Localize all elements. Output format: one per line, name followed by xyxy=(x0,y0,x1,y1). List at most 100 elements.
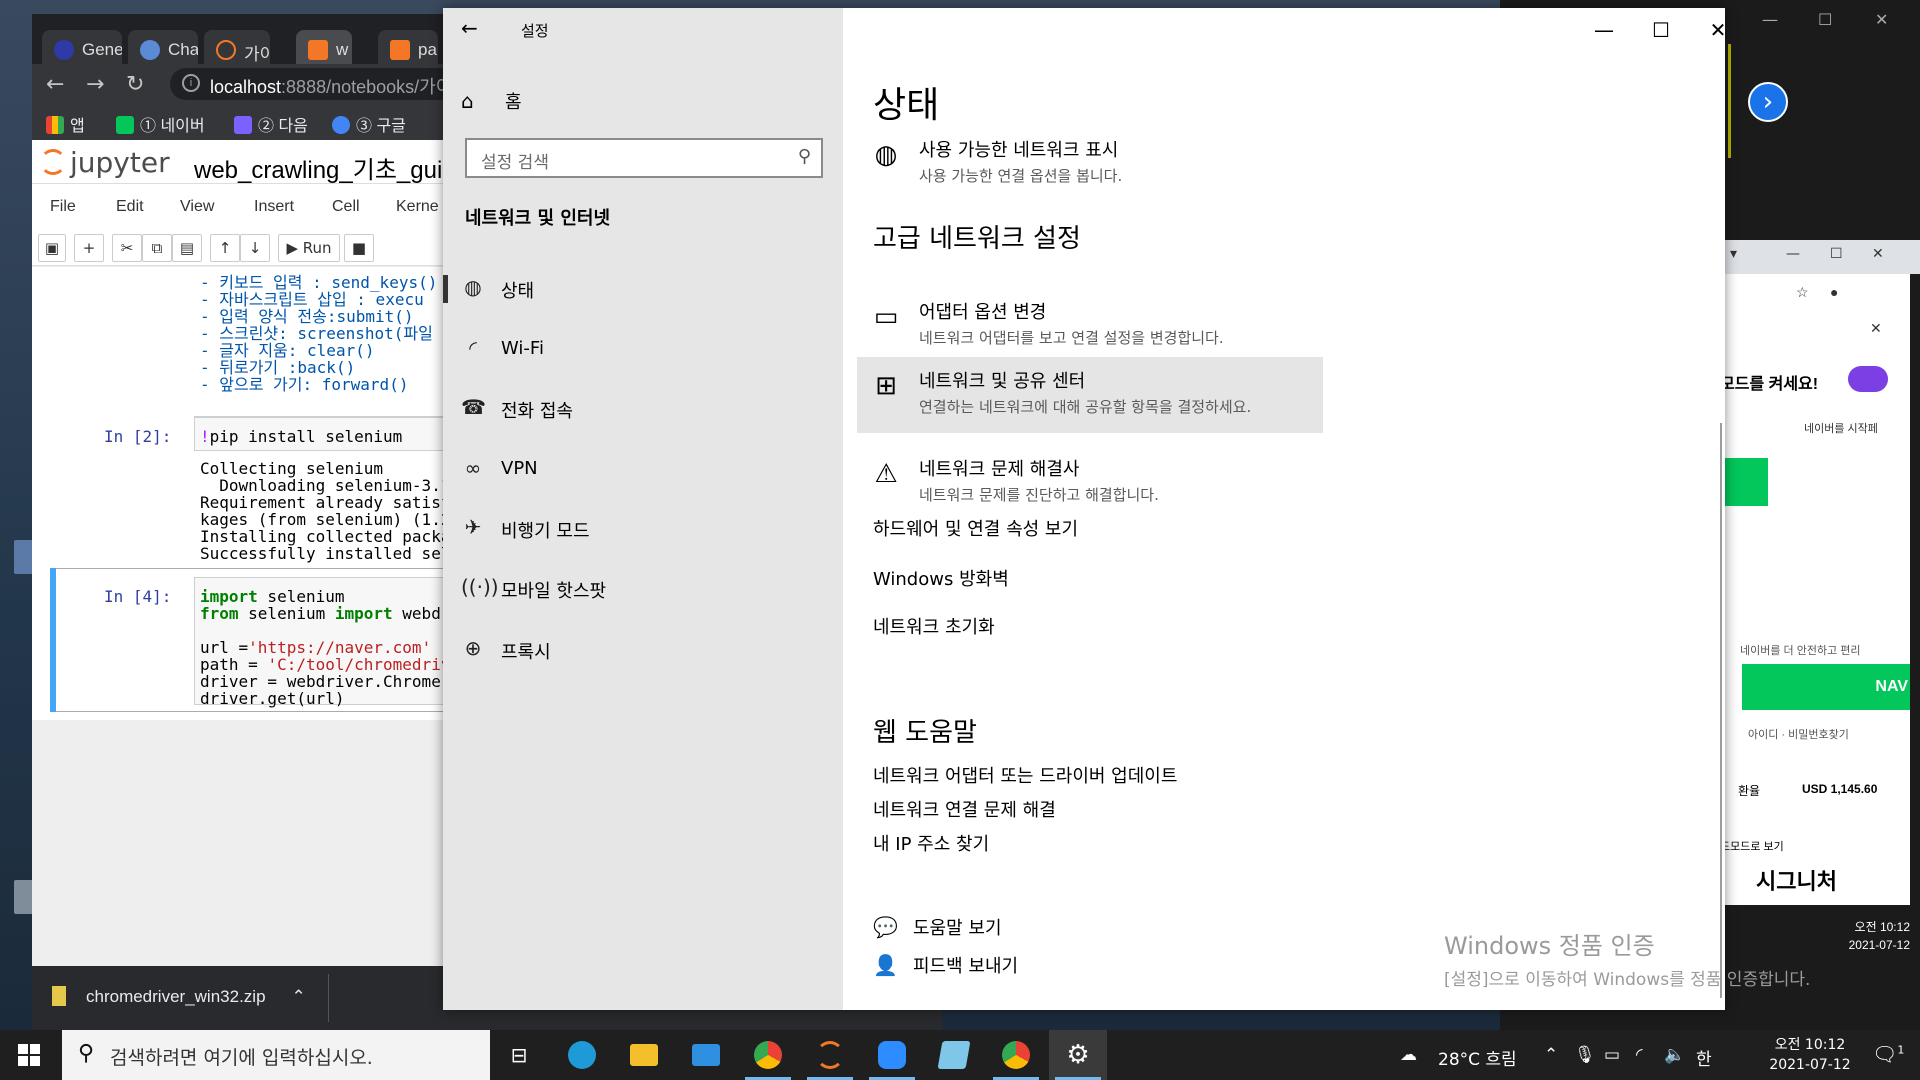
copy-icon[interactable]: ⧉ xyxy=(142,234,172,262)
minimize-icon[interactable]: — xyxy=(1762,10,1778,29)
settings-search-input[interactable]: 설정 검색 ⚲ xyxy=(465,138,823,178)
minimize-icon[interactable]: — xyxy=(1581,18,1627,42)
banner-toggle[interactable] xyxy=(1848,366,1888,392)
troubleshooter-row[interactable]: ⚠ 네트워크 문제 해결사 네트워크 문제를 진단하고 해결합니다. xyxy=(857,445,1323,521)
run-button[interactable]: ▶ Run xyxy=(278,234,340,262)
nav-item-hotspot[interactable]: ((·)) 모바일 핫스팟 xyxy=(443,561,843,617)
network-reset-link[interactable]: 네트워크 초기화 xyxy=(873,613,995,639)
show-networks-row[interactable]: ◍ 사용 가능한 네트워크 표시 사용 가능한 연결 옵션을 봅니다. xyxy=(857,126,1323,202)
windows-start-icon[interactable] xyxy=(18,1044,40,1066)
maximize-icon[interactable]: ☐ xyxy=(1830,246,1843,262)
close-icon[interactable]: ✕ xyxy=(1872,246,1884,262)
bookmark-daum[interactable]: ② 다음 xyxy=(234,112,308,136)
tab-par[interactable]: par xyxy=(378,30,438,64)
profile-icon[interactable]: ● xyxy=(1830,284,1838,300)
menu-file[interactable]: File xyxy=(50,198,76,216)
adapter-options-row[interactable]: ▭ 어댑터 옵션 변경 네트워크 어댑터를 보고 연결 설정을 변경합니다. xyxy=(857,288,1323,364)
menu-kernel[interactable]: Kerne xyxy=(396,198,439,216)
close-icon[interactable]: ✕ xyxy=(1875,10,1888,29)
nav-item-wifi[interactable]: ◜ Wi-Fi xyxy=(443,322,843,378)
mail-icon[interactable] xyxy=(677,1030,735,1080)
bookmark-apps[interactable]: 앱 xyxy=(46,112,85,136)
chevron-down-icon[interactable]: ▾ xyxy=(1730,246,1737,262)
chevron-up-icon[interactable]: ⌃ xyxy=(292,987,306,1006)
naver-id-links[interactable]: 아이디 · 비밀번호찾기 xyxy=(1748,726,1849,742)
forward-arrow-icon[interactable]: › xyxy=(1748,82,1788,122)
task-view-icon[interactable]: ⊟ xyxy=(490,1030,548,1080)
desktop-shortcut-icon[interactable] xyxy=(14,540,34,574)
help-link-adapter[interactable]: 네트워크 어댑터 또는 드라이버 업데이트 xyxy=(873,762,1177,788)
chrome-icon[interactable] xyxy=(739,1030,797,1080)
nav-item-dialup[interactable]: ☎ 전화 접속 xyxy=(443,381,843,437)
naver-search-button[interactable] xyxy=(1720,458,1768,506)
help-link-ip[interactable]: 내 IP 주소 찾기 xyxy=(873,830,989,856)
maximize-icon[interactable]: ☐ xyxy=(1818,10,1832,29)
taskbar-clock[interactable]: 오전 10:12 2021-07-12 xyxy=(1768,1035,1852,1075)
minimize-icon[interactable]: — xyxy=(1786,246,1800,262)
settings-gear-icon[interactable]: ⚙ xyxy=(1049,1030,1107,1080)
site-info-icon[interactable]: i xyxy=(182,74,200,92)
zoom-icon[interactable] xyxy=(863,1030,921,1080)
notebook-title[interactable]: web_crawling_기초_gui xyxy=(194,150,442,185)
nav-item-vpn[interactable]: ∞ VPN xyxy=(443,442,843,498)
feedback-link[interactable]: 👤 피드백 보내기 xyxy=(873,952,1018,978)
recycle-bin-icon[interactable] xyxy=(14,880,34,914)
network-icon[interactable]: ◜ xyxy=(1636,1045,1643,1065)
tab-gene[interactable]: Gene xyxy=(42,30,122,64)
chevron-up-icon[interactable]: ⌃ xyxy=(1544,1045,1558,1065)
menu-insert[interactable]: Insert xyxy=(254,198,294,216)
naver-login-button[interactable]: NAV xyxy=(1742,664,1910,710)
reload-icon[interactable]: ↻ xyxy=(126,72,144,97)
back-arrow-icon[interactable]: ← xyxy=(461,16,478,40)
weather-text[interactable]: 28°C 흐림 xyxy=(1438,1045,1517,1070)
get-help-link[interactable]: 💬 도움말 보기 xyxy=(873,914,1002,940)
microphone-icon[interactable]: 🎙 xyxy=(1574,1045,1596,1065)
network-sharing-center-row[interactable]: ⊞ 네트워크 및 공유 센터 연결하는 네트워크에 대해 공유할 항목을 결정하… xyxy=(857,357,1323,433)
battery-icon[interactable]: ▭ xyxy=(1604,1045,1620,1065)
tab-guide[interactable]: 가이 xyxy=(204,30,270,64)
back-arrow-icon[interactable]: ← xyxy=(46,72,64,97)
download-item[interactable]: chromedriver_win32.zip ⌃ xyxy=(52,986,306,1007)
add-cell-icon[interactable]: + xyxy=(74,234,104,262)
ime-indicator[interactable]: 한 xyxy=(1696,1045,1712,1070)
favicon-icon xyxy=(54,40,74,60)
taskbar-search-input[interactable]: ⚲ 검색하려면 여기에 입력하십시오. xyxy=(62,1030,490,1080)
menu-view[interactable]: View xyxy=(180,198,214,216)
chrome-icon-2[interactable] xyxy=(987,1030,1045,1080)
move-down-icon[interactable]: ↓ xyxy=(240,234,270,262)
nav-item-proxy[interactable]: ⊕ 프록시 xyxy=(443,622,843,678)
edge-icon[interactable] xyxy=(553,1030,611,1080)
windows-firewall-link[interactable]: Windows 방화벽 xyxy=(873,565,1009,591)
bookmark-google[interactable]: ③ 구글 xyxy=(332,112,406,136)
nav-home[interactable]: ⌂ 홈 xyxy=(461,88,522,114)
tab-chap[interactable]: Chap xyxy=(128,30,198,64)
close-icon[interactable]: ✕ xyxy=(1695,18,1725,42)
menu-edit[interactable]: Edit xyxy=(116,198,144,216)
nav-item-airplane[interactable]: ✈ 비행기 모드 xyxy=(443,501,843,557)
notepad-icon[interactable] xyxy=(925,1030,983,1080)
star-icon[interactable]: ☆ xyxy=(1796,284,1809,301)
maximize-icon[interactable]: ☐ xyxy=(1638,18,1684,42)
forward-arrow-icon[interactable]: → xyxy=(86,72,104,97)
help-link-connection[interactable]: 네트워크 연결 문제 해결 xyxy=(873,796,1056,822)
nav-item-status[interactable]: ◍ 상태 xyxy=(443,261,843,317)
bookmark-naver[interactable]: ① 네이버 xyxy=(116,112,205,136)
file-explorer-icon[interactable] xyxy=(615,1030,673,1080)
notification-icon[interactable]: 🗨1 xyxy=(1872,1042,1904,1066)
jupyter-icon[interactable] xyxy=(801,1030,859,1080)
save-icon[interactable]: ▣ xyxy=(38,234,66,262)
paste-icon[interactable]: ▤ xyxy=(172,234,202,262)
close-icon[interactable]: ✕ xyxy=(1870,320,1882,337)
move-up-icon[interactable]: ↑ xyxy=(210,234,240,262)
menu-cell[interactable]: Cell xyxy=(332,198,360,216)
volume-icon[interactable]: 🔈 xyxy=(1664,1045,1685,1065)
hardware-properties-link[interactable]: 하드웨어 및 연결 속성 보기 xyxy=(873,515,1078,541)
scrollbar[interactable] xyxy=(1720,423,1722,998)
weather-cloud-icon[interactable]: ☁ xyxy=(1400,1045,1417,1065)
tab-active-notebook[interactable]: w xyxy=(296,30,352,64)
mode-link[interactable]: 드모드로 보기 xyxy=(1720,838,1784,854)
jupyter-logo[interactable]: jupyter xyxy=(40,146,170,179)
cut-icon[interactable]: ✂ xyxy=(112,234,142,262)
tab-label: w xyxy=(336,40,349,59)
stop-icon[interactable]: ■ xyxy=(344,234,374,262)
